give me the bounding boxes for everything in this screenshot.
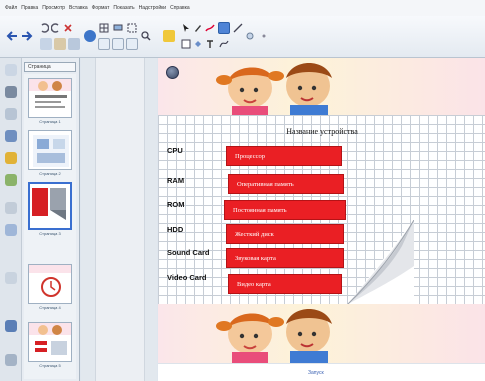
tool-icon[interactable] [5,272,17,284]
zoom-icon[interactable] [98,38,110,50]
page-sorter-title: Страница [28,64,51,70]
text-icon[interactable] [204,38,216,50]
thumbnail-page-4[interactable] [28,264,72,304]
answer-box[interactable]: Видео карта [228,274,342,294]
top-banner [158,58,485,115]
page-icon[interactable] [40,38,52,50]
answer-box[interactable]: Оперативная память [228,174,344,194]
line-icon[interactable] [232,22,244,34]
side-panel: Страница Страница 1 Страница 2 Страница … [0,58,80,381]
fit-page-icon[interactable] [112,38,124,50]
curve-icon[interactable] [218,38,230,50]
creative-pen-icon[interactable] [204,22,216,34]
back-icon[interactable] [6,30,18,42]
term-video-card[interactable]: Video Card [167,273,206,282]
menu-show[interactable]: Показать [113,5,134,11]
menu-edit[interactable]: Правка [21,5,38,11]
workspace-margin [81,58,157,381]
side-tabs [0,58,22,381]
thumbnail-page-2[interactable] [28,130,72,170]
page-footer: Запуск [158,363,485,381]
move-sidebar-icon[interactable] [5,320,17,332]
notebook-window: Файл Правка Просмотр Вставка Формат Пока… [0,0,485,381]
page-sorter-header[interactable]: Страница [24,62,76,72]
menu-file[interactable]: Файл [5,5,17,11]
notebook-page: Запуск Название устройства CPU RAM ROM H… [158,58,485,381]
menu-format[interactable]: Формат [92,5,110,11]
thumbnail-page-1[interactable] [28,78,72,118]
children-illustration-bottom [216,309,332,363]
undo-icon[interactable] [38,22,50,34]
properties-icon[interactable] [244,30,256,42]
page-thumbnails: Страница 1 Страница 2 Страница 3 Страниц… [24,74,76,379]
save-icon[interactable] [68,38,80,50]
dual-page-icon[interactable] [126,38,138,50]
properties-tab-icon[interactable] [5,130,17,142]
menu-addons[interactable]: Надстройки [139,5,166,11]
answer-box[interactable]: Постоянная память [224,200,346,220]
term-ram[interactable]: RAM [167,176,184,185]
answer-box[interactable]: Процессор [226,146,342,166]
attachments-tab-icon[interactable] [5,108,17,120]
magnifier-icon[interactable] [140,30,152,42]
folder-icon[interactable] [54,38,66,50]
answer-box[interactable]: Звуковая карта [226,248,344,268]
footer-link[interactable]: Запуск [308,370,324,376]
gallery-tab-icon[interactable] [5,86,17,98]
menu-view[interactable]: Просмотр [42,5,65,11]
thumbnail-page-3[interactable] [28,182,72,230]
term-sound-card[interactable]: Sound Card [167,248,210,257]
display-icon[interactable] [112,22,124,34]
children-illustration [216,63,332,115]
bottom-banner [158,304,485,363]
menu-bar: Файл Правка Просмотр Вставка Формат Пока… [0,0,485,16]
search-tab-icon[interactable] [5,224,17,236]
forward-icon[interactable] [21,30,33,42]
menu-help[interactable]: Справка [170,5,190,11]
pen-icon[interactable] [192,22,204,34]
thumbnail-caption: Страница 5 [39,363,61,368]
screen-capture-icon[interactable] [126,22,138,34]
table-icon[interactable] [98,22,110,34]
eraser-icon[interactable] [218,22,230,34]
thumbnail-caption: Страница 3 [39,231,61,236]
more-icon[interactable] [258,30,270,42]
addons-tab-icon[interactable] [5,152,17,164]
toolbar [0,16,485,58]
fill-icon[interactable] [192,38,204,50]
redo-icon[interactable] [50,22,62,34]
select-icon[interactable] [180,22,192,34]
thumbnail-page-5[interactable] [28,322,72,362]
page-shadow [95,58,145,381]
menu-insert[interactable]: Вставка [69,5,88,11]
shapes-icon[interactable] [180,38,192,50]
thumbnail-caption: Страница 2 [39,171,61,176]
page-curl-graphic [347,220,414,304]
slide-title: Название устройства [286,127,358,136]
lesson-activity-tab-icon[interactable] [5,174,17,186]
pin-icon[interactable] [5,202,17,214]
menu-round-button[interactable] [166,66,179,79]
page-sorter-tab-icon[interactable] [5,64,17,76]
term-rom[interactable]: ROM [167,200,185,209]
auto-hide-icon[interactable] [5,354,17,366]
delete-icon[interactable] [62,22,74,34]
answer-box[interactable]: Жесткий диск [226,224,344,244]
term-cpu[interactable]: CPU [167,146,183,155]
screen-shade-icon[interactable] [84,30,96,42]
term-hdd[interactable]: HDD [167,225,183,234]
notebook-tools-icon[interactable] [163,30,175,42]
thumbnail-caption: Страница 1 [39,119,61,124]
thumbnail-caption: Страница 4 [39,305,61,310]
